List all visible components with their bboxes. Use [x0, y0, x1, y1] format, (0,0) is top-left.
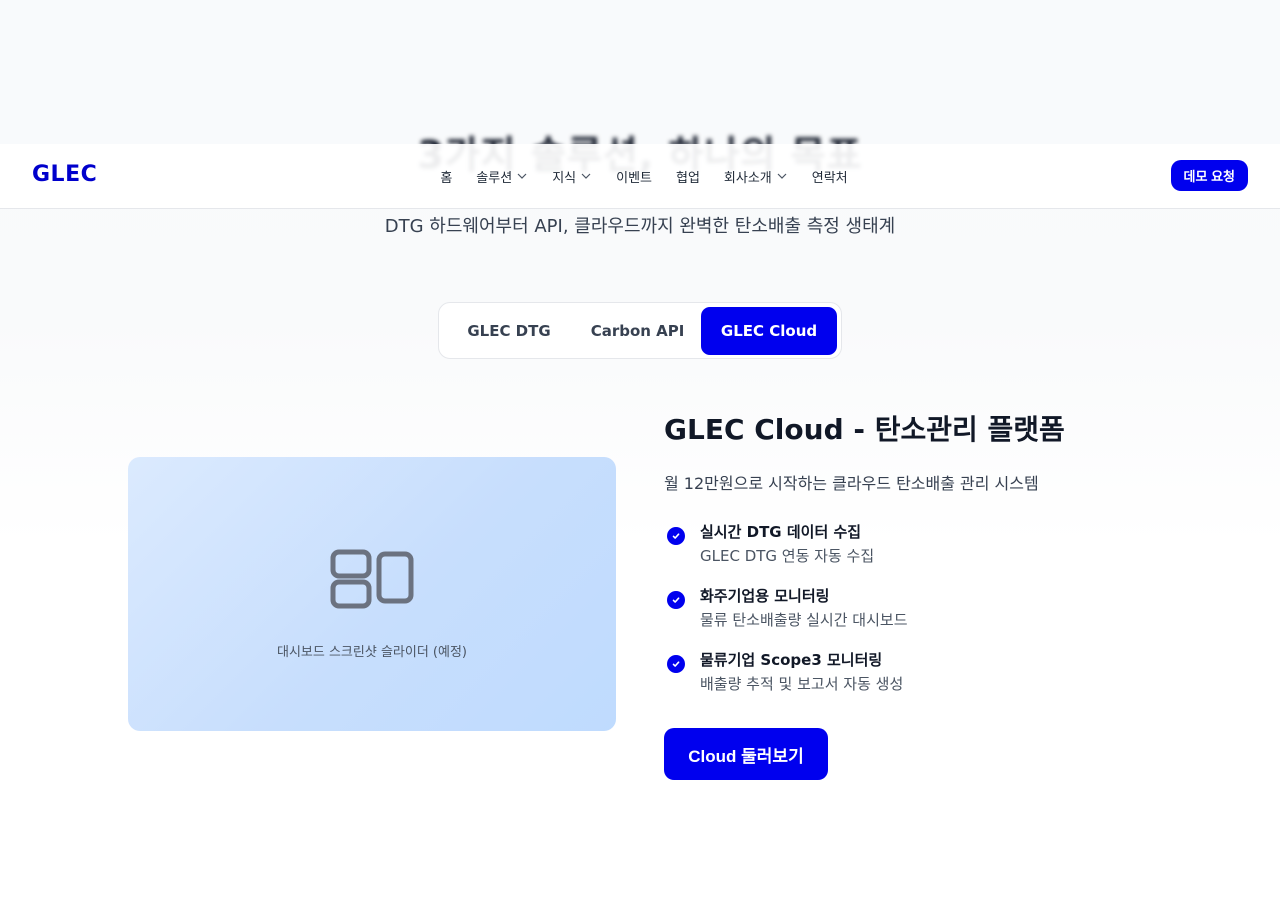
tab-carbon-api[interactable]: Carbon API [574, 307, 701, 355]
nav-item-label: 협업 [676, 170, 700, 186]
nav-list: 홈 솔루션 지식 이벤트 협업 회사소개 연락처 [440, 167, 847, 186]
check-circle-icon [667, 591, 685, 609]
nav-item-label: 이벤트 [616, 170, 652, 186]
feature-title: 실시간 DTG 데이터 수집 [700, 523, 862, 541]
product-title: GLEC Cloud - 탄소관리 플랫폼 [664, 413, 1065, 446]
feature-subtitle: GLEC DTG 연동 자동 수집 [700, 547, 875, 565]
feature-subtitle: 물류 탄소배출량 실시간 대시보드 [700, 611, 908, 629]
nav-item-label: 홈 [440, 170, 453, 186]
nav-item[interactable]: 연락처 [812, 167, 848, 186]
cloud-explore-button[interactable]: Cloud 둘러보기 [664, 728, 828, 780]
nav-item[interactable]: 지식 [552, 167, 592, 186]
nav-item[interactable]: 홈 [440, 167, 452, 186]
nav-item-label: 연락처 [811, 170, 848, 186]
feature-title: 물류기업 Scope3 모니터링 [700, 651, 883, 669]
feature-subtitle: 배출량 추적 및 보고서 자동 생성 [700, 675, 904, 693]
nav-item-label: 솔루션 [476, 170, 513, 186]
nav-item[interactable]: 솔루션 [476, 167, 528, 186]
chevron-down-icon [581, 173, 591, 179]
nav-item[interactable]: 협업 [676, 167, 700, 186]
solution-tabs: GLEC DTG Carbon API GLEC Cloud [438, 302, 842, 359]
tab-glec-cloud[interactable]: GLEC Cloud [701, 306, 837, 355]
site-header: GLEC 홈 솔루션 지식 이벤트 협업 회사소개 연락처 데모 요청 [0, 144, 1280, 209]
logo[interactable]: GLEC [32, 162, 97, 187]
nav-item[interactable]: 회사소개 [724, 167, 788, 186]
nav-item-label: 지식 [552, 170, 577, 186]
nav-item-label: 회사소개 [723, 170, 772, 186]
chevron-down-icon [777, 173, 787, 179]
product-description: 월 12만원으로 시작하는 클라우드 탄소배출 관리 시스템 [664, 474, 1039, 493]
feature-title: 화주기업용 모니터링 [700, 587, 830, 605]
preview-caption: 대시보드 스크린샷 슬라이더 (예정) [277, 645, 467, 660]
section-subtitle: DTG 하드웨어부터 API, 클라우드까지 완벽한 탄소배출 측정 생태계 [384, 216, 896, 237]
dashboard-icon [330, 549, 414, 609]
dashboard-preview: 대시보드 스크린샷 슬라이더 (예정) [128, 457, 616, 731]
check-circle-icon [667, 527, 685, 545]
chevron-down-icon [517, 173, 527, 179]
check-circle-icon [667, 655, 685, 673]
demo-request-button[interactable]: 데모 요청 [1170, 160, 1248, 191]
main-nav: 홈 솔루션 지식 이벤트 협업 회사소개 연락처 [0, 144, 1280, 208]
nav-item[interactable]: 이벤트 [616, 167, 652, 186]
tab-glec-dtg[interactable]: GLEC DTG [444, 307, 574, 355]
